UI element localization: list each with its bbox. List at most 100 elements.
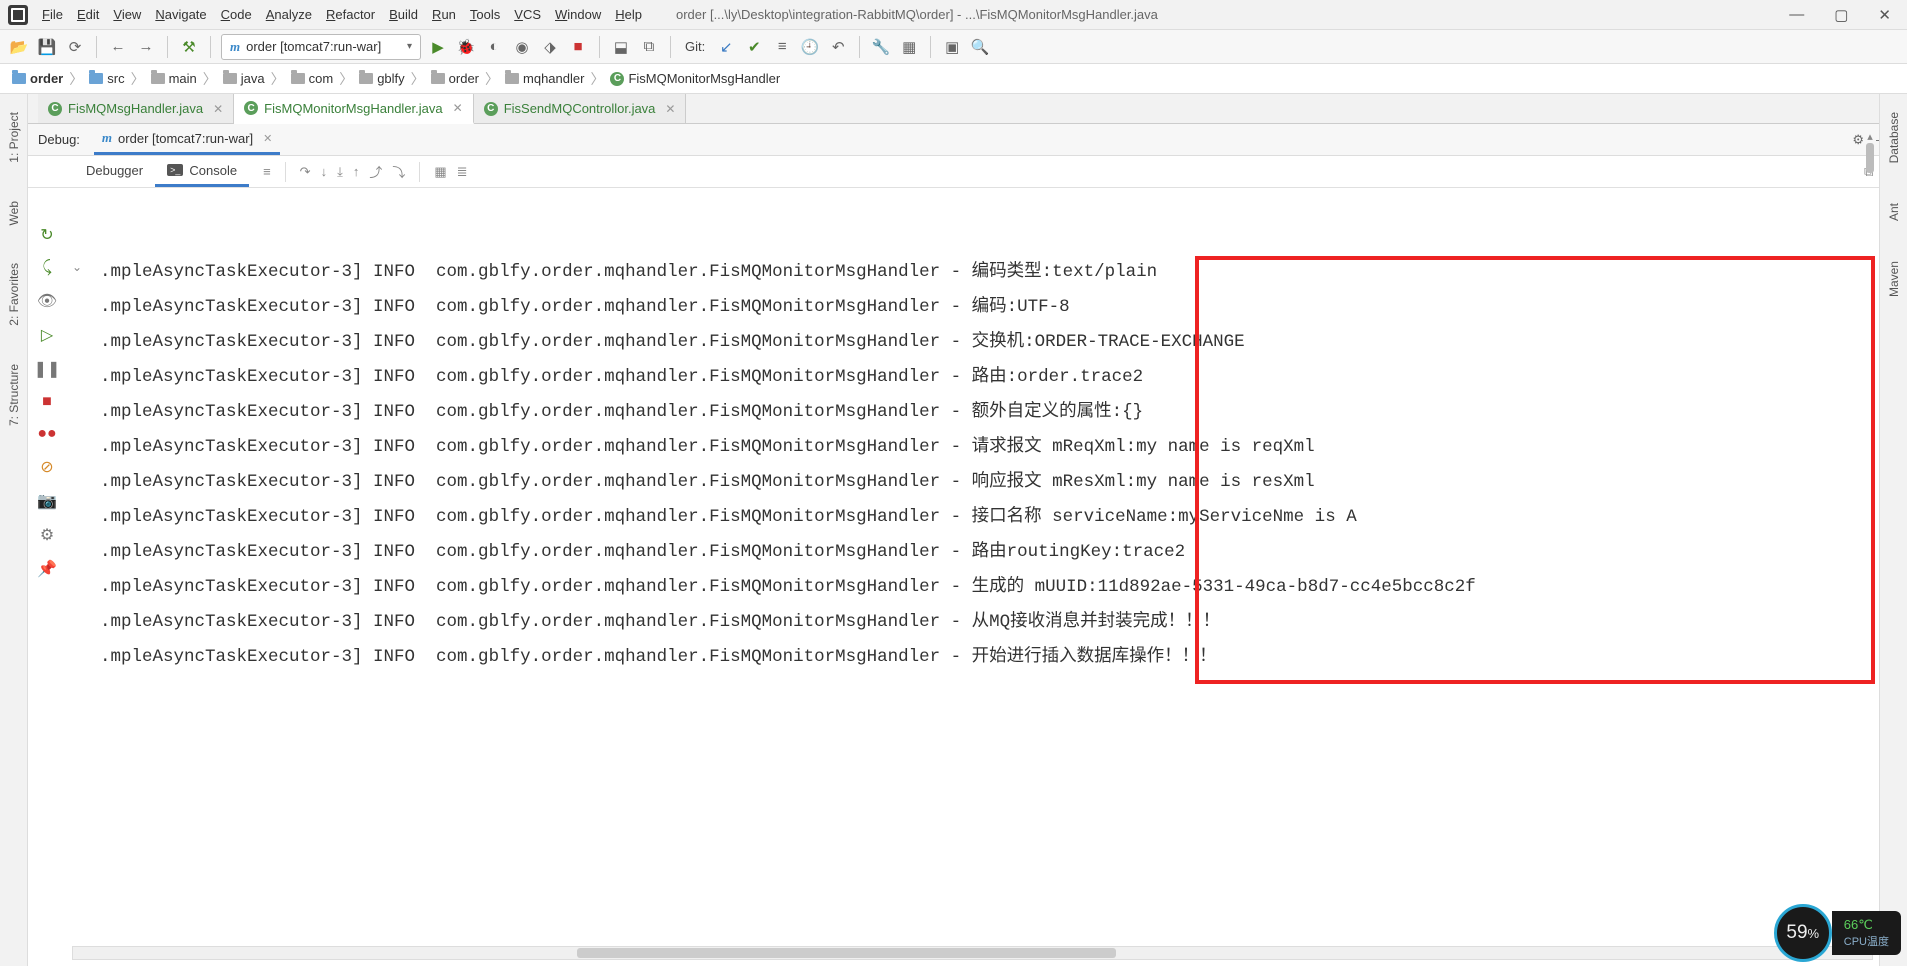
breadcrumb-item[interactable]: main [147, 71, 201, 86]
menu-view[interactable]: View [113, 7, 141, 22]
view-breakpoints-icon[interactable]: 👁 [37, 291, 57, 311]
wrench-icon[interactable]: 🔧 [870, 36, 892, 58]
menu-run[interactable]: Run [432, 7, 456, 22]
left-tool-rail: 1: Project Web 2: Favorites 7: Structure [0, 94, 28, 966]
close-icon[interactable]: ✕ [665, 102, 675, 116]
menu-code[interactable]: Code [221, 7, 252, 22]
breadcrumb-item[interactable]: CFisMQMonitorMsgHandler [606, 71, 784, 86]
debug-icon[interactable]: 🐞 [455, 36, 477, 58]
editor-tab[interactable]: CFisMQMonitorMsgHandler.java✕ [234, 94, 474, 124]
git-history-icon[interactable]: 🕘 [799, 36, 821, 58]
close-icon[interactable]: ✕ [213, 102, 223, 116]
settings-icon[interactable]: ⚙ [40, 525, 54, 545]
debug-label: Debug: [38, 132, 80, 147]
rail-item[interactable]: Web [7, 201, 21, 225]
rail-item[interactable]: 1: Project [7, 112, 21, 163]
open-icon[interactable]: 📂 [8, 36, 30, 58]
rail-item[interactable]: 7: Structure [7, 364, 21, 426]
mute-bp-icon[interactable]: ⊘ [40, 457, 53, 477]
menu-tools[interactable]: Tools [470, 7, 500, 22]
profile-icon[interactable]: ◉ [511, 36, 533, 58]
stop-icon[interactable]: ■ [567, 36, 589, 58]
breadcrumb-label: java [241, 71, 265, 86]
menu-build[interactable]: Build [389, 7, 418, 22]
rail-item[interactable]: 2: Favorites [7, 263, 21, 326]
save-icon[interactable]: 💾 [36, 36, 58, 58]
breadcrumb-item[interactable]: order [427, 71, 483, 86]
close-icon[interactable]: ✕ [453, 101, 463, 115]
attach-icon[interactable]: ⬗ [539, 36, 561, 58]
separator [859, 36, 860, 58]
debug-run-tab[interactable]: m order [tomcat7:run-war] ✕ [94, 124, 280, 155]
sync-icon[interactable]: ⟳ [64, 36, 86, 58]
menu-vcs[interactable]: VCS [514, 7, 541, 22]
resume-icon[interactable]: ⤹ [42, 259, 52, 277]
force-step-into-icon[interactable]: ⤓ [337, 164, 343, 180]
pause-icon[interactable]: ❚❚ [34, 359, 61, 379]
git-commit-icon[interactable]: ✔ [743, 36, 765, 58]
breadcrumb-label: gblfy [377, 71, 404, 86]
debug-tab-console[interactable]: >_ Console [155, 156, 249, 187]
window-title: order [...\ly\Desktop\integration-Rabbit… [676, 7, 1789, 22]
back-icon[interactable]: ← [107, 36, 129, 58]
run-icon[interactable]: ▶ [427, 36, 449, 58]
stop-icon[interactable]: ■ [42, 393, 52, 411]
debug-toolbar: Debugger>_ Console ≡ ↷ ↓ ⤓ ↑ ⤴ ⤵ ▦ ≣ ⧉ ⤓ [0, 156, 1907, 188]
editor-scrollbar[interactable]: ▴ [1863, 130, 1877, 230]
search-icon[interactable]: 🔍 [969, 36, 991, 58]
close-icon[interactable]: ✕ [263, 132, 272, 145]
chevron-right-icon: 〉 [69, 69, 83, 89]
git-label: Git: [685, 39, 705, 54]
step-over-icon[interactable]: ↷ [300, 164, 311, 180]
folder-icon [291, 73, 305, 84]
menu-analyze[interactable]: Analyze [266, 7, 312, 22]
menu-help[interactable]: Help [615, 7, 642, 22]
console-output[interactable]: .mpleAsyncTaskExecutor-3] INFO com.gblfy… [72, 255, 1873, 940]
hammer-icon[interactable]: ⚒ [178, 36, 200, 58]
run-dashboard-icon[interactable]: ▣ [941, 36, 963, 58]
horizontal-scrollbar[interactable] [72, 946, 1873, 960]
menu-window[interactable]: Window [555, 7, 601, 22]
breadcrumb-item[interactable]: src [85, 71, 128, 86]
minimize-icon[interactable]: — [1789, 6, 1804, 24]
close-icon[interactable]: ✕ [1878, 6, 1891, 24]
breadcrumb-label: src [107, 71, 124, 86]
git-revert-icon[interactable]: ↶ [827, 36, 849, 58]
menu-refactor[interactable]: Refactor [326, 7, 375, 22]
step-into-icon[interactable]: ↓ [321, 164, 328, 179]
breadcrumb-item[interactable]: gblfy [355, 71, 408, 86]
filter-icon[interactable]: ≡ [263, 164, 271, 179]
breadcrumb-item[interactable]: com [287, 71, 338, 86]
debug-tab-debugger[interactable]: Debugger [74, 156, 155, 187]
breakpoint-icon[interactable]: ●● [37, 425, 56, 443]
menu-file[interactable]: File [42, 7, 63, 22]
structure-icon[interactable]: ▦ [898, 36, 920, 58]
git-update-icon[interactable]: ↙ [715, 36, 737, 58]
trace-icon[interactable]: ≣ [457, 164, 468, 180]
coverage-icon[interactable]: ◐ [483, 36, 505, 58]
rail-item[interactable]: Maven [1887, 261, 1901, 297]
maximize-icon[interactable]: ▢ [1834, 6, 1848, 24]
run-config-dropdown[interactable]: m order [tomcat7:run-war] ▾ [221, 34, 421, 60]
evaluate-icon[interactable]: ▦ [434, 164, 446, 180]
editor-tab[interactable]: CFisSendMQControllor.java✕ [474, 94, 687, 123]
run-anything-icon[interactable]: ⧉ [638, 36, 660, 58]
menu-navigate[interactable]: Navigate [155, 7, 206, 22]
play-icon[interactable]: ▷ [41, 325, 53, 345]
rail-item[interactable]: Ant [1887, 203, 1901, 221]
step-out-icon[interactable]: ↑ [353, 164, 360, 179]
menu-edit[interactable]: Edit [77, 7, 99, 22]
run-to-cursor-icon[interactable]: ⤵ [392, 162, 405, 181]
breadcrumb-item[interactable]: java [219, 71, 269, 86]
breadcrumb-item[interactable]: mqhandler [501, 71, 588, 86]
git-compare-icon[interactable]: ≡ [771, 36, 793, 58]
camera-icon[interactable]: 📷 [37, 491, 57, 511]
forward-icon[interactable]: → [135, 36, 157, 58]
editor-tab[interactable]: CFisMQMsgHandler.java✕ [38, 94, 234, 123]
rerun-icon[interactable]: ↻ [40, 225, 53, 245]
drop-frame-icon[interactable]: ⤴ [369, 162, 382, 181]
pin-icon[interactable]: 📌 [37, 559, 57, 579]
rail-item[interactable]: Database [1887, 112, 1901, 163]
update-icon[interactable]: ⬓ [610, 36, 632, 58]
breadcrumb-item[interactable]: order [8, 71, 67, 86]
